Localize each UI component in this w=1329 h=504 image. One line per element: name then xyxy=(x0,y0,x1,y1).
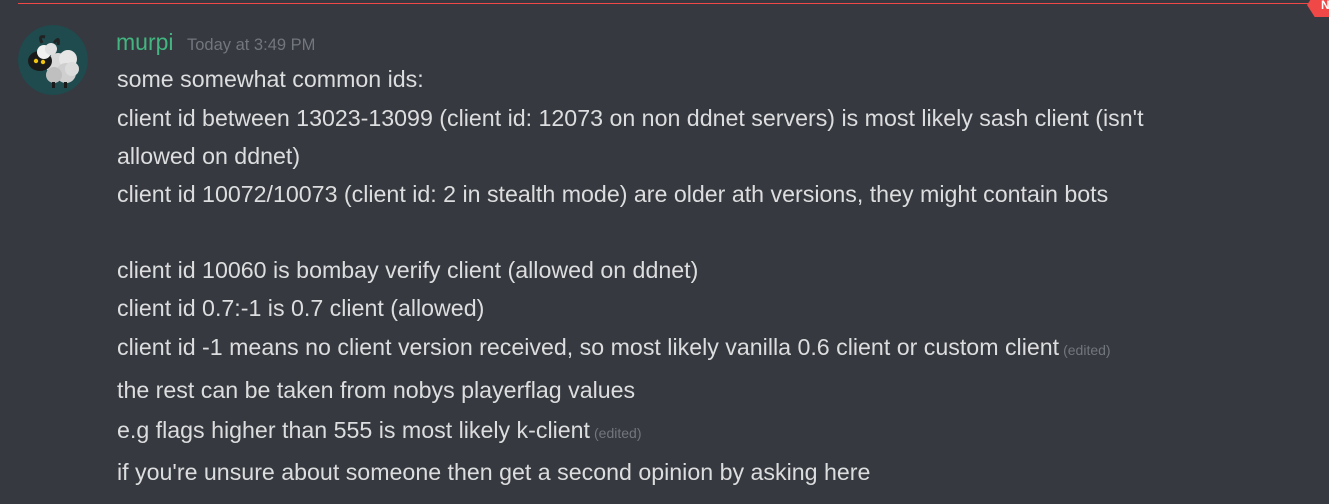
chat-message: murpi Today at 3:49 PM some somewhat com… xyxy=(0,0,1329,504)
message-line: the rest can be taken from nobys playerf… xyxy=(117,377,636,403)
message-line-edited: e.g flags higher than 555 is most likely… xyxy=(117,415,641,448)
message-line-edited: client id -1 means no client version rec… xyxy=(117,332,1111,365)
message-line: some somewhat common ids: xyxy=(117,66,424,92)
edited-label: (edited) xyxy=(594,425,642,441)
edited-label: (edited) xyxy=(1063,342,1111,358)
message-header: murpi Today at 3:49 PM xyxy=(116,29,315,57)
message-line-text: client id -1 means no client version rec… xyxy=(117,334,1060,360)
message-line-text: e.g flags higher than 555 is most likely… xyxy=(117,417,591,443)
message-line: client id 10060 is bombay verify client … xyxy=(117,257,699,283)
username[interactable]: murpi xyxy=(116,29,174,55)
sheep-avatar-icon xyxy=(18,25,88,95)
timestamp[interactable]: Today at 3:49 PM xyxy=(187,36,315,54)
message-line: client id 0.7:-1 is 0.7 client (allowed) xyxy=(117,295,485,321)
avatar[interactable] xyxy=(18,25,88,95)
message-line: client id 10072/10073 (client id: 2 in s… xyxy=(117,181,1109,207)
message-line: if you're unsure about someone then get … xyxy=(117,459,871,485)
message-line: client id between 13023-13099 (client id… xyxy=(117,105,1144,131)
message-line: allowed on ddnet) xyxy=(117,143,301,169)
